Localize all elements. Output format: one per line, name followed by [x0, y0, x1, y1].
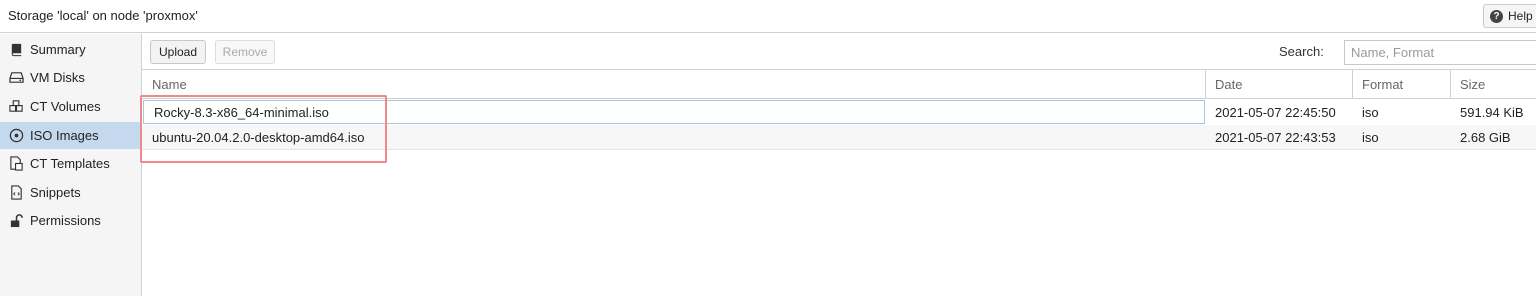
sidebar-item-ct-templates[interactable]: CT Templates	[0, 150, 141, 177]
sidebar-item-label: CT Templates	[30, 156, 110, 171]
search-input[interactable]	[1344, 40, 1536, 65]
upload-button[interactable]: Upload	[150, 40, 206, 64]
column-header-format[interactable]: Format	[1352, 70, 1451, 99]
unlock-icon	[8, 213, 24, 229]
cubes-icon	[8, 99, 24, 115]
sidebar-item-label: Permissions	[30, 213, 101, 228]
sidebar-item-label: Summary	[30, 42, 86, 57]
sidebar-item-label: VM Disks	[30, 70, 85, 85]
row-name: ubuntu-20.04.2.0-desktop-amd64.iso	[152, 130, 365, 145]
row-date: 2021-05-07 22:45:50	[1215, 105, 1336, 120]
sidebar-item-summary[interactable]: Summary	[0, 36, 141, 63]
row-format: iso	[1362, 105, 1379, 120]
window-title: Storage 'local' on node 'proxmox'	[8, 8, 198, 23]
grid-header: Name Date Format Size	[142, 70, 1536, 99]
sidebar-item-snippets[interactable]: Snippets	[0, 179, 141, 206]
book-icon	[8, 42, 24, 58]
row-format: iso	[1362, 130, 1379, 145]
hdd-icon	[8, 70, 24, 86]
disc-icon	[8, 128, 24, 144]
table-row[interactable]: Rocky-8.3-x86_64-minimal.iso 2021-05-07 …	[142, 100, 1536, 125]
table-row[interactable]: ubuntu-20.04.2.0-desktop-amd64.iso 2021-…	[142, 125, 1536, 150]
row-size: 591.94 KiB	[1460, 105, 1524, 120]
sidebar-item-label: Snippets	[30, 185, 81, 200]
row-name: Rocky-8.3-x86_64-minimal.iso	[143, 100, 1205, 124]
window-titlebar: Storage 'local' on node 'proxmox' ? Help	[0, 0, 1536, 33]
toolbar: Upload Remove Search:	[142, 34, 1536, 70]
code-file-icon	[8, 185, 24, 201]
column-header-size[interactable]: Size	[1450, 70, 1536, 99]
question-icon: ?	[1490, 9, 1503, 23]
file-cube-icon	[8, 156, 24, 172]
sidebar-item-ct-volumes[interactable]: CT Volumes	[0, 93, 141, 120]
column-header-date[interactable]: Date	[1205, 70, 1353, 99]
sidebar: Summary VM Disks CT Volumes ISO Images C…	[0, 34, 142, 296]
sidebar-item-iso-images[interactable]: ISO Images	[0, 122, 141, 149]
search-label: Search:	[1279, 44, 1324, 59]
sidebar-item-permissions[interactable]: Permissions	[0, 207, 141, 234]
row-date: 2021-05-07 22:43:53	[1215, 130, 1336, 145]
column-header-name[interactable]: Name	[142, 70, 1206, 99]
sidebar-item-vm-disks[interactable]: VM Disks	[0, 64, 141, 91]
help-button[interactable]: ? Help	[1483, 4, 1536, 28]
sidebar-item-label: CT Volumes	[30, 99, 101, 114]
sidebar-item-label: ISO Images	[30, 128, 99, 143]
remove-button[interactable]: Remove	[215, 40, 275, 64]
row-size: 2.68 GiB	[1460, 130, 1511, 145]
help-label: Help	[1508, 9, 1533, 23]
